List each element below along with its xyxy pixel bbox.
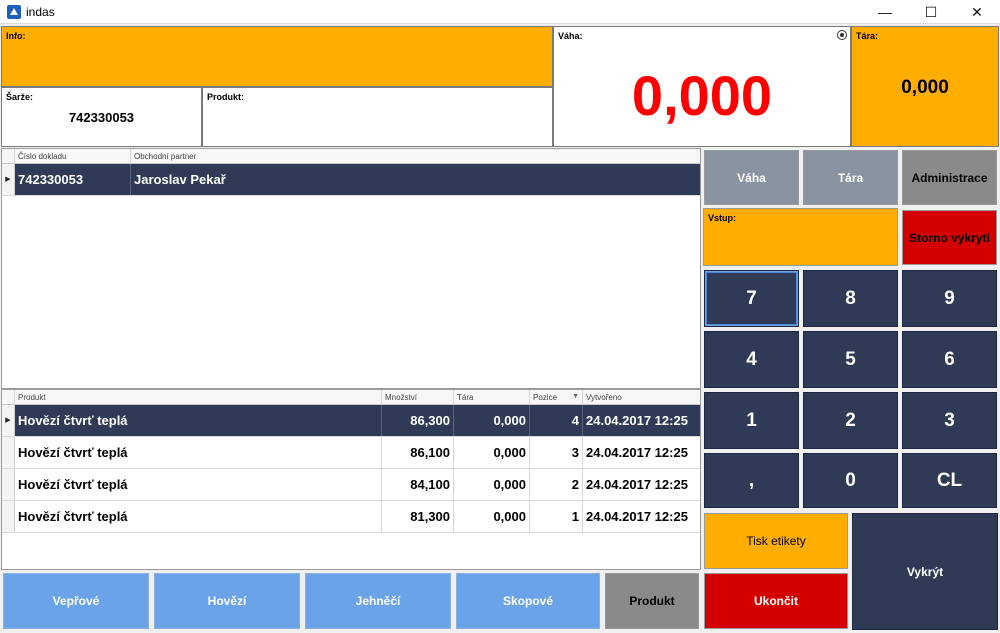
column-header-vytvoreno[interactable]: Vytvořeno — [583, 390, 700, 405]
column-header-produkt[interactable]: Produkt — [15, 390, 382, 405]
info-panel: Info: — [1, 26, 553, 87]
column-header-pozice[interactable]: Pozice ▼ — [530, 390, 583, 405]
cell-pozice: 1 — [530, 501, 583, 532]
vstup-field[interactable]: Vstup: — [703, 208, 898, 266]
tara-display: 0,000 — [901, 77, 949, 98]
cell-vytvoreno: 24.04.2017 12:25 — [586, 413, 688, 428]
key-9[interactable]: 9 — [902, 270, 997, 327]
administrace-button[interactable]: Administrace — [902, 150, 997, 205]
vstup-label: Vstup: — [708, 213, 736, 223]
hovezi-button[interactable]: Hovězí — [154, 573, 300, 629]
grid-corner — [2, 149, 15, 164]
produkt-button[interactable]: Produkt — [605, 573, 699, 629]
items-grid: Produkt Množství Tára Pozice ▼ Vytvořeno… — [1, 389, 701, 570]
cell-mnozstvi: 81,300 — [382, 501, 454, 532]
storno-vykryti-button[interactable]: Storno vykrytí — [902, 210, 997, 265]
cell-tara: 0,000 — [454, 501, 530, 532]
key-2[interactable]: 2 — [803, 392, 898, 449]
table-row[interactable]: ▶ Hovězí čtvrť teplá 86,300 0,000 4 24.0… — [2, 405, 700, 437]
table-row[interactable]: Hovězí čtvrť teplá 81,300 0,000 1 24.04.… — [2, 501, 700, 533]
cell-partner: Jaroslav Pekař — [134, 172, 226, 187]
cell-tara: 0,000 — [454, 405, 530, 436]
key-1[interactable]: 1 — [704, 392, 799, 449]
table-row[interactable]: Hovězí čtvrť teplá 86,100 0,000 3 24.04.… — [2, 437, 700, 469]
jehneci-button[interactable]: Jehněčí — [305, 573, 451, 629]
vaha-panel: Váha: 0,000 — [553, 26, 851, 147]
cell-pozice: 2 — [530, 469, 583, 500]
document-row[interactable]: ▶ 742330053 Jaroslav Pekař — [2, 164, 700, 196]
row-indicator-icon — [2, 469, 15, 500]
window-title: indas — [26, 5, 55, 19]
cell-mnozstvi: 84,100 — [382, 469, 454, 500]
key-0[interactable]: 0 — [803, 453, 898, 508]
app-icon — [7, 5, 21, 19]
grid-corner — [2, 390, 15, 405]
cell-produkt: Hovězí čtvrť teplá — [15, 405, 382, 436]
column-header-mnozstvi[interactable]: Množství — [382, 390, 454, 405]
row-indicator-icon — [2, 501, 15, 532]
cell-vytvoreno: 24.04.2017 12:25 — [586, 509, 688, 524]
close-button[interactable]: ✕ — [954, 0, 1000, 24]
sarze-value: 742330053 — [68, 110, 135, 125]
table-row[interactable]: Hovězí čtvrť teplá 84,100 0,000 2 24.04.… — [2, 469, 700, 501]
row-indicator-icon — [2, 437, 15, 468]
key-5[interactable]: 5 — [803, 331, 898, 388]
info-label: Info: — [6, 31, 26, 41]
vaha-label: Váha: — [558, 31, 583, 41]
sarze-panel: Šarže: 742330053 — [1, 87, 202, 147]
key-clear[interactable]: CL — [902, 453, 997, 508]
cell-vytvoreno: 24.04.2017 12:25 — [586, 477, 688, 492]
cell-mnozstvi: 86,100 — [382, 437, 454, 468]
tara-label: Tára: — [856, 31, 879, 41]
cell-vytvoreno: 24.04.2017 12:25 — [586, 445, 688, 460]
produkt-panel: Produkt: — [202, 87, 553, 147]
veprove-button[interactable]: Vepřové — [3, 573, 149, 629]
cell-tara: 0,000 — [454, 469, 530, 500]
weight-display: 0,000 — [631, 64, 773, 127]
tara-button[interactable]: Tára — [803, 150, 898, 205]
column-header-partner[interactable]: Obchodní partner — [131, 149, 700, 164]
column-header-pozice-label: Pozice — [533, 393, 558, 402]
row-indicator-icon: ▶ — [2, 405, 15, 436]
sort-desc-icon: ▼ — [572, 393, 579, 400]
ukoncit-button[interactable]: Ukončit — [704, 573, 848, 629]
cell-produkt: Hovězí čtvrť teplá — [15, 469, 382, 500]
minimize-button[interactable]: — — [862, 0, 908, 24]
vaha-button[interactable]: Váha — [704, 150, 799, 205]
scale-radio-icon[interactable] — [837, 30, 847, 40]
documents-grid: Číslo dokladu Obchodní partner ▶ 7423300… — [1, 148, 701, 389]
produkt-label: Produkt: — [207, 92, 244, 102]
key-comma[interactable]: , — [704, 453, 799, 508]
maximize-button[interactable]: ☐ — [908, 0, 954, 24]
sarze-label: Šarže: — [6, 92, 34, 102]
vykryt-button[interactable]: Vykrýt — [852, 513, 998, 630]
key-4[interactable]: 4 — [704, 331, 799, 388]
cell-mnozstvi: 86,300 — [382, 405, 454, 436]
column-header-tara[interactable]: Tára — [454, 390, 530, 405]
cell-pozice: 3 — [530, 437, 583, 468]
tara-panel: Tára: 0,000 — [851, 26, 999, 147]
key-7[interactable]: 7 — [704, 270, 799, 327]
cell-produkt: Hovězí čtvrť teplá — [15, 501, 382, 532]
cell-produkt: Hovězí čtvrť teplá — [15, 437, 382, 468]
cell-tara: 0,000 — [454, 437, 530, 468]
key-8[interactable]: 8 — [803, 270, 898, 327]
cell-pozice: 4 — [530, 405, 583, 436]
cell-cislo: 742330053 — [15, 164, 131, 195]
title-bar: indas — ☐ ✕ — [0, 0, 1000, 24]
column-header-cislo[interactable]: Číslo dokladu — [15, 149, 131, 164]
skopove-button[interactable]: Skopové — [456, 573, 600, 629]
row-indicator-icon: ▶ — [2, 164, 15, 195]
tisk-etikety-button[interactable]: Tisk etikety — [704, 513, 848, 569]
key-3[interactable]: 3 — [902, 392, 997, 449]
key-6[interactable]: 6 — [902, 331, 997, 388]
